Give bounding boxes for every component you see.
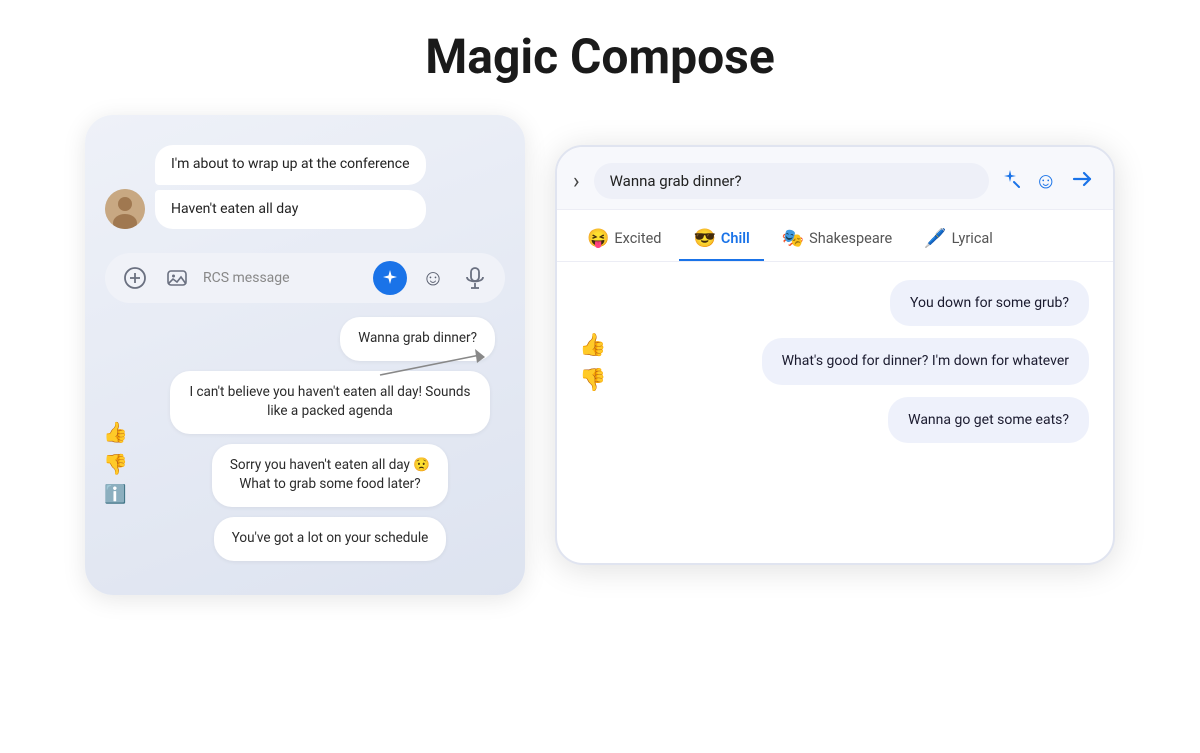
emoji-icon[interactable]: ☺ [417,262,449,294]
shakespeare-label: Shakespeare [809,230,892,247]
left-phone-card: I'm about to wrap up at the conference H… [85,115,525,595]
suggestions-left: Wanna grab dinner? I can't believe you h… [105,317,505,560]
bubble-group: I'm about to wrap up at the conference H… [155,145,426,229]
thumbs-column-left: 👍 👎 ℹ️ [103,420,128,505]
compose-input[interactable]: Wanna grab dinner? [594,163,989,199]
chill-emoji: 😎 [693,228,715,249]
tab-chill[interactable]: 😎 Chill [679,220,763,261]
right-suggestion-1[interactable]: You down for some grub? [890,280,1089,326]
add-icon[interactable] [119,262,151,294]
suggestion-3[interactable]: Sorry you haven't eaten all day 😟 What t… [212,444,448,507]
avatar [105,189,145,229]
message-bubble-2: Haven't eaten all day [155,190,426,230]
page-title: Magic Compose [0,0,1200,95]
tab-excited[interactable]: 😝 Excited [573,220,675,261]
main-area: I'm about to wrap up at the conference H… [0,115,1200,595]
messages-area: I'm about to wrap up at the conference H… [105,145,505,235]
message-row-1: I'm about to wrap up at the conference H… [105,145,505,229]
tone-tabs: 😝 Excited 😎 Chill 🎭 Shakespeare 🖊️ Lyric… [557,210,1113,262]
emoji-icon-right[interactable]: ☺ [1035,168,1057,194]
thumbs-column-right: 👍 👎 [579,333,606,393]
suggestions-right: 👍 👎 You down for some grub? What's good … [557,262,1113,465]
suggestion-4[interactable]: You've got a lot on your schedule [214,517,447,561]
thumbs-down-right[interactable]: 👎 [579,368,606,393]
magic-wand-icon[interactable] [999,168,1021,195]
thumbs-up-left[interactable]: 👍 [103,420,128,444]
thumbs-up-right[interactable]: 👍 [579,333,606,358]
right-suggestion-2[interactable]: What's good for dinner? I'm down for wha… [762,338,1089,384]
send-button-right[interactable] [1071,168,1093,195]
info-icon-left[interactable]: ℹ️ [104,484,126,505]
excited-emoji: 😝 [587,228,609,249]
tab-lyrical[interactable]: 🖊️ Lyrical [910,220,1007,261]
right-suggestion-3[interactable]: Wanna go get some eats? [888,397,1089,443]
lyrical-emoji: 🖊️ [924,228,946,249]
right-topbar: › Wanna grab dinner? ☺ [557,147,1113,210]
chill-label: Chill [721,230,750,247]
magic-compose-button[interactable] [373,261,407,295]
mic-icon[interactable] [459,262,491,294]
back-chevron[interactable]: › [573,169,580,194]
input-bar: RCS message ☺ [105,253,505,303]
excited-label: Excited [614,230,661,247]
suggestion-1[interactable]: Wanna grab dinner? [340,317,495,361]
right-icons: ☺ [999,168,1093,195]
shakespeare-emoji: 🎭 [782,228,804,249]
lyrical-label: Lyrical [952,230,993,247]
input-placeholder[interactable]: RCS message [203,270,363,286]
tab-shakespeare[interactable]: 🎭 Shakespeare [768,220,906,261]
right-phone-card: › Wanna grab dinner? ☺ [555,145,1115,565]
suggestion-2[interactable]: I can't believe you haven't eaten all da… [170,371,490,434]
thumbs-down-left[interactable]: 👎 [103,452,128,476]
image-icon[interactable] [161,262,193,294]
message-bubble-1: I'm about to wrap up at the conference [155,145,426,185]
